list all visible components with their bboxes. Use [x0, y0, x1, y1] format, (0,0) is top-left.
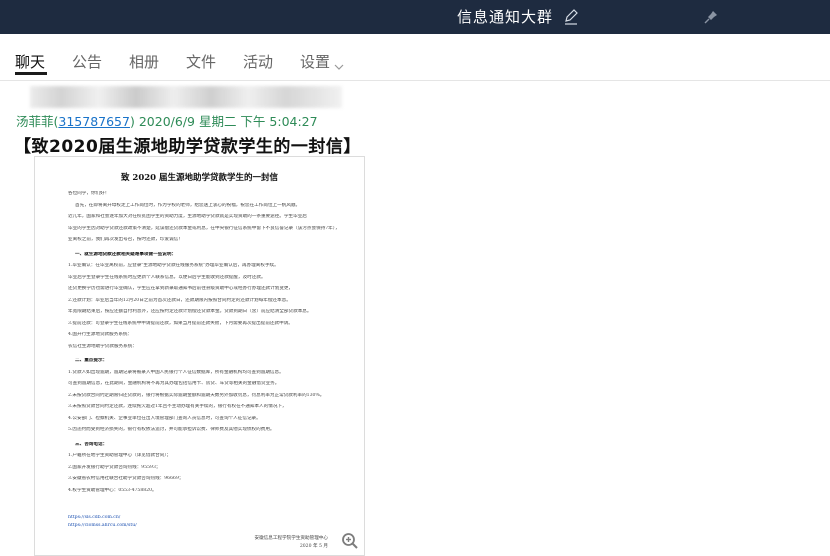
- pin-icon[interactable]: [704, 9, 718, 24]
- blurred-message-preview: [30, 86, 342, 108]
- letter-line: 首先，在即将离开母校走上工作岗位时，作为学校的老师，给您送上衷心的祝福，祝您在工…: [75, 202, 301, 208]
- letter-line: 年宽限期结束后，按应还额自付利息外，还应按约定还款计划偿还贷款本金。贷款到期日（…: [68, 309, 312, 314]
- letter-image[interactable]: 致 2020 届生源地助学贷款学生的一封信 各位同学，你们好！ 首先，在即将离开母…: [34, 156, 365, 556]
- letter-line: 1.贷款人如出现逾期，逾期记录将被录入中国人民银行个人征信数据库，所有金融机构均…: [68, 369, 284, 375]
- chevron-down-icon: [334, 58, 344, 70]
- zoom-in-icon[interactable]: [341, 532, 359, 550]
- letter-line: 1.毕业确认：在毕业离校前，应登录"生源地助学贷款在线服务系统"办理毕业确认后，…: [68, 263, 279, 268]
- tab-bar: 聊天 公告 相册 文件 活动 设置: [0, 34, 830, 81]
- tab-activities[interactable]: 活动: [243, 51, 273, 72]
- letter-line: 毕业的学生因对助学贷款还款政策不清楚，延误偿还贷款本金或利息，在中央银行征信系统…: [68, 225, 340, 231]
- tab-announcements[interactable]: 公告: [72, 51, 102, 72]
- tab-files[interactable]: 文件: [186, 51, 216, 72]
- tab-album[interactable]: 相册: [129, 51, 159, 72]
- letter-line: 4.校学生资助管理中心：0553-4758820。: [68, 487, 157, 493]
- letter-line: 5.因违约而受到经济损失的，银行有权依法追讨，并可能承担诉讼费、律师费及其他实现…: [68, 427, 275, 432]
- message-headline: 【致2020届生源地助学贷款学生的一封信】: [14, 137, 361, 157]
- letter-line: 1.户籍所在地学生资助管理中心（详见借款合同）；: [68, 453, 172, 458]
- link-ahrcu: https://clomss.ahrcu.com/stu/: [68, 523, 137, 528]
- letter-title: 致 2020 届生源地助学贷款学生的一封信: [120, 173, 279, 183]
- letter-line: 3.提前还款：可登录学生在线系统中申请提前还款，如果当月提前还款失败，下月需要再…: [68, 320, 293, 326]
- letter-section-heading: 一、就生源地贷款还款相关疑难事项做一些说明：: [75, 251, 177, 257]
- tab-chat[interactable]: 聊天: [15, 51, 45, 72]
- sender-close-paren: ): [129, 114, 135, 129]
- letter-date: 2020 年 5 月: [299, 544, 328, 549]
- letter-line: 4.国开行生源地贷款服务系统：: [68, 332, 133, 337]
- letter-line: 2.国家开发银行助学贷款咨询热线：95593；: [68, 464, 161, 470]
- letter-line: 业离校之前，我们再次发出号召，按时还款，珍爱诚信！: [68, 237, 183, 242]
- letter-line: 各位同学，你们好！: [68, 191, 110, 196]
- letter-line: 4.公安部门、检察机关、企事业单位在出入境管理部门查询人员信息时，可查询个人征信…: [68, 415, 261, 421]
- letter-section-heading: 二、重点提示：: [75, 358, 108, 363]
- tab-settings-label: 设置: [300, 53, 331, 71]
- letter-line: 2.未按贷款合同约定期限归还贷款的，银行将根据实际逾期金额和逾期天数另外加收罚息…: [68, 392, 325, 398]
- letter-line: 3.未按照贷款合同约定还款，连续拖欠超过1年且不主动办理有关手续的，银行有权在不…: [68, 404, 287, 409]
- letter-line: 2.还款计划：毕业后当年的12月20日之前为首次还款日，还款期限内按照合同约定的…: [68, 297, 291, 303]
- message-timestamp: 2020/6/9 星期二 下午 5:04:27: [138, 114, 318, 129]
- group-title[interactable]: 信息通知大群: [457, 6, 553, 27]
- active-tab-indicator: [15, 72, 47, 75]
- letter-line: 还贷更换学历也需进行毕业确认，学生应在拿到新录取通知书后前往县级资助中心或经办行…: [68, 286, 294, 291]
- letter-line: 3.安徽省农村信用社联合社助学贷款咨询热线：96669；: [68, 476, 184, 481]
- link-cdb: https://sls.cdb.com.cn/: [68, 515, 121, 520]
- title-bar: 信息通知大群: [0, 0, 830, 34]
- letter-line: 近几年，国家和社会逐年加大对在校贫困学生的资助力度，生源地助学贷款就是实现资助的…: [68, 214, 307, 219]
- message-sender: 汤菲菲(315787657) 2020/6/9 星期二 下午 5:04:27: [16, 111, 318, 130]
- letter-signature: 安徽信息工程学院学生资助管理中心: [254, 536, 328, 541]
- tab-settings[interactable]: 设置: [300, 51, 344, 72]
- letter-line: 可查到逾期信息，在此期间，金融机构将不再为其办理包括信用卡、房贷、车贷等相关的金…: [68, 381, 280, 386]
- letter-line: 毕业后学生登录学生在线系统时应更新个人联系信息，以便日后学生能收到还款提醒，及时…: [68, 274, 266, 280]
- sender-qq-link[interactable]: 315787657: [58, 114, 130, 129]
- pencil-icon[interactable]: [563, 6, 579, 26]
- letter-line: 农信社生源地助学贷款服务系统：: [68, 343, 137, 349]
- letter-section-heading: 三、咨询电话：: [75, 441, 108, 447]
- sender-name: 汤菲菲(: [16, 114, 59, 129]
